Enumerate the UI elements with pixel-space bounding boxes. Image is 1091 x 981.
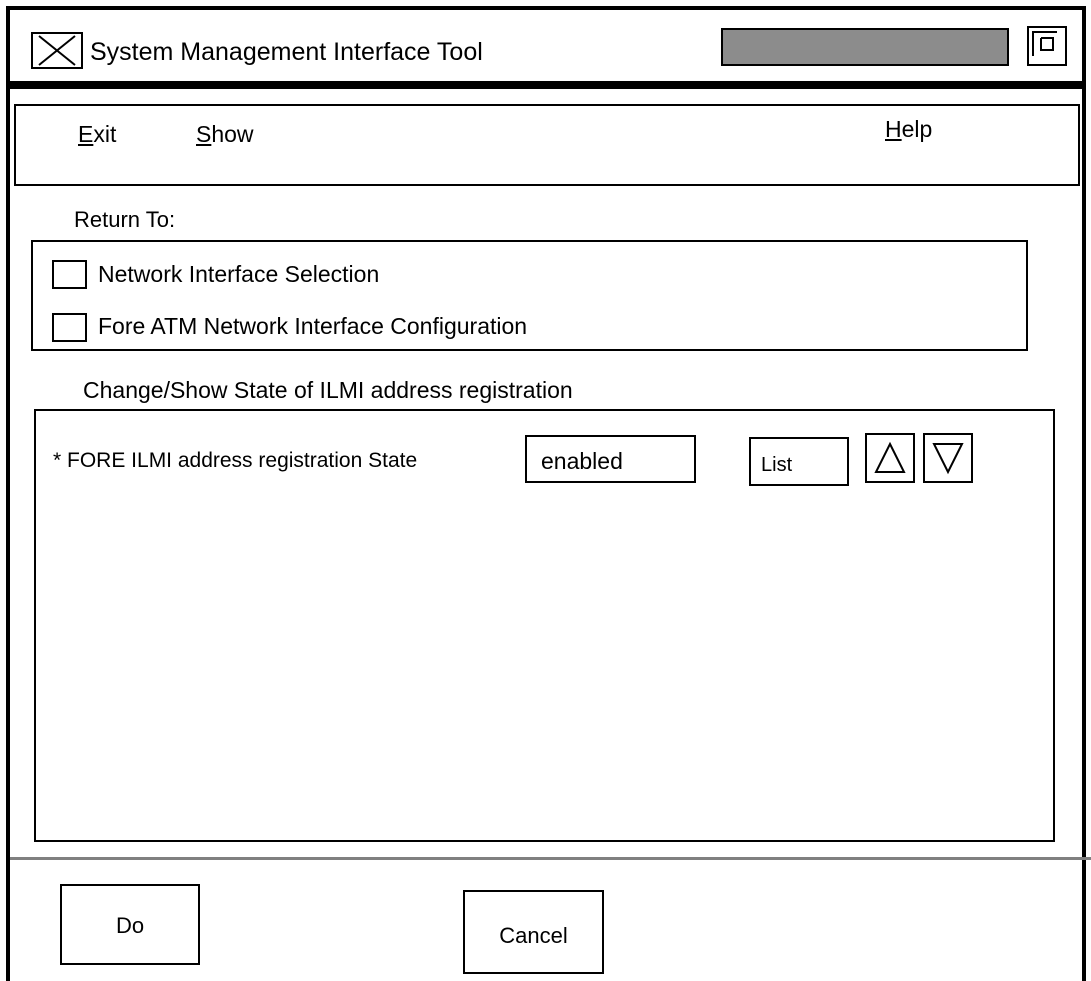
cancel-button[interactable]: Cancel: [463, 890, 604, 974]
menu-exit-label: xit: [93, 121, 117, 147]
menu-help-label: elp: [901, 116, 933, 142]
menu-exit[interactable]: Exit: [78, 119, 116, 149]
do-button[interactable]: Do: [60, 884, 200, 965]
form-heading: Change/Show State of ILMI address regist…: [83, 377, 573, 403]
menu-show-label: how: [211, 121, 254, 147]
menu-help[interactable]: Help: [885, 114, 932, 144]
triangle-down-icon[interactable]: [923, 433, 973, 483]
return-to-label: Return To:: [74, 207, 176, 232]
menu-show[interactable]: Show: [196, 119, 254, 149]
field-label: * FORE ILMI address registration State: [53, 449, 418, 472]
return-item-label[interactable]: Fore ATM Network Interface Configuration: [98, 310, 527, 342]
triangle-up-icon[interactable]: [865, 433, 915, 483]
menu-help-mnemonic: H: [885, 116, 902, 142]
menu-show-mnemonic: S: [196, 121, 212, 147]
field-value-input[interactable]: enabled: [525, 435, 696, 483]
return-item-label[interactable]: Network Interface Selection: [98, 258, 379, 290]
checkbox-fore-atm-configuration[interactable]: [52, 313, 87, 342]
window-title: System Management Interface Tool: [90, 38, 483, 66]
title-bar-slider: [721, 28, 1009, 66]
list-button[interactable]: List: [749, 437, 849, 486]
x-close-icon[interactable]: [31, 32, 83, 69]
button-area-divider: [10, 857, 1091, 860]
maximize-icon[interactable]: [1027, 26, 1067, 66]
checkbox-network-interface-selection[interactable]: [52, 260, 87, 289]
menu-exit-mnemonic: E: [78, 121, 94, 147]
titlebar-separator: [6, 81, 1086, 89]
